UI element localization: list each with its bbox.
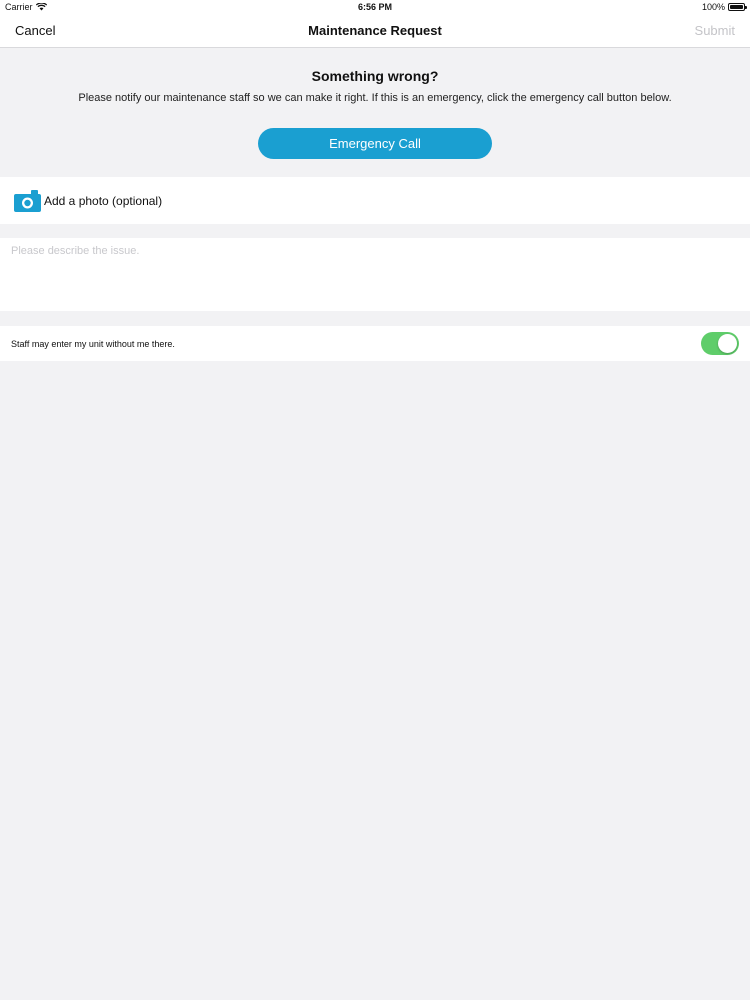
description-box <box>0 238 750 311</box>
status-bar: Carrier 6:56 PM 100% <box>0 0 750 14</box>
cancel-button[interactable]: Cancel <box>15 23 55 38</box>
add-photo-row[interactable]: Add a photo (optional) <box>0 177 750 224</box>
add-photo-label: Add a photo (optional) <box>44 193 163 208</box>
page-title: Maintenance Request <box>308 23 442 38</box>
battery-percent: 100% <box>701 2 725 12</box>
toggle-knob <box>718 334 737 353</box>
status-time: 6:56 PM <box>357 2 392 12</box>
submit-button[interactable]: Submit <box>695 23 735 38</box>
intro-section: Something wrong? Please notify our maint… <box>0 48 750 176</box>
battery-fill <box>730 5 743 9</box>
intro-text: Please notify our maintenance staff so w… <box>78 92 672 104</box>
navigation-bar: Cancel Maintenance Request Submit <box>0 14 750 48</box>
entry-permission-label: Staff may enter my unit without me there… <box>11 338 175 349</box>
description-input[interactable] <box>0 238 750 311</box>
status-right: 100% <box>701 2 747 12</box>
battery-icon <box>728 3 747 11</box>
entry-permission-toggle[interactable] <box>701 332 739 355</box>
intro-heading: Something wrong? <box>311 68 439 84</box>
camera-icon <box>14 189 41 212</box>
emergency-call-button[interactable]: Emergency Call <box>258 128 492 159</box>
entry-permission-row: Staff may enter my unit without me there… <box>0 326 750 361</box>
